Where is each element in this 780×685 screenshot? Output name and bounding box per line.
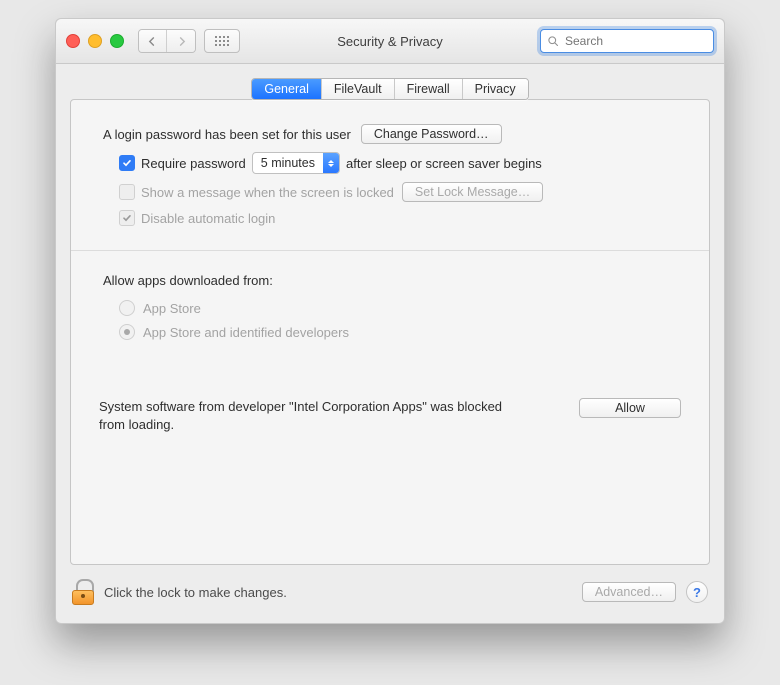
disable-auto-login-label: Disable automatic login — [141, 211, 275, 226]
chevron-left-icon — [148, 37, 157, 46]
change-password-button[interactable]: Change Password… — [361, 124, 502, 144]
advanced-button: Advanced… — [582, 582, 676, 602]
select-stepper-icon — [323, 153, 339, 173]
chevron-right-icon — [177, 37, 186, 46]
forward-button[interactable] — [167, 30, 195, 52]
allow-apps-option-1: App Store and identified developers — [143, 325, 349, 340]
set-lock-message-button: Set Lock Message… — [402, 182, 543, 202]
help-button[interactable]: ? — [686, 581, 708, 603]
titlebar: Security & Privacy — [56, 19, 724, 64]
general-panel: A login password has been set for this u… — [70, 99, 710, 565]
show-message-checkbox — [119, 184, 135, 200]
preferences-window: Security & Privacy General FileVault Fir… — [55, 18, 725, 624]
lock-button[interactable] — [72, 579, 94, 605]
content-area: General FileVault Firewall Privacy A log… — [56, 64, 724, 565]
tab-filevault[interactable]: FileVault — [322, 79, 395, 99]
lock-hint-label: Click the lock to make changes. — [104, 585, 582, 600]
allow-apps-identified-radio — [119, 324, 135, 340]
disable-auto-login-checkbox — [119, 210, 135, 226]
require-password-label-before: Require password — [141, 156, 246, 171]
require-password-label-after: after sleep or screen saver begins — [346, 156, 542, 171]
tab-firewall[interactable]: Firewall — [395, 79, 463, 99]
window-controls — [66, 34, 124, 48]
footer: Click the lock to make changes. Advanced… — [56, 565, 724, 623]
require-password-delay-select[interactable]: 5 minutes — [252, 152, 340, 174]
checkmark-icon — [122, 213, 132, 223]
show-all-button[interactable] — [204, 29, 240, 53]
nav-segmented-control — [138, 29, 196, 53]
require-password-checkbox[interactable] — [119, 155, 135, 171]
allow-apps-heading: Allow apps downloaded from: — [103, 273, 681, 288]
checkmark-icon — [122, 158, 132, 168]
allow-blocked-button[interactable]: Allow — [579, 398, 681, 418]
close-window-button[interactable] — [66, 34, 80, 48]
section-divider — [71, 250, 709, 251]
tab-privacy[interactable]: Privacy — [463, 79, 528, 99]
search-input[interactable] — [563, 33, 722, 49]
search-icon — [547, 35, 559, 47]
minimize-window-button[interactable] — [88, 34, 102, 48]
search-field[interactable] — [540, 29, 714, 53]
grid-icon — [215, 36, 229, 46]
zoom-window-button[interactable] — [110, 34, 124, 48]
allow-apps-option-0: App Store — [143, 301, 201, 316]
tab-bar: General FileVault Firewall Privacy — [70, 78, 710, 100]
show-message-label: Show a message when the screen is locked — [141, 185, 394, 200]
allow-apps-appstore-radio — [119, 300, 135, 316]
blocked-software-message: System software from developer "Intel Co… — [99, 398, 529, 433]
login-password-label: A login password has been set for this u… — [103, 127, 351, 142]
back-button[interactable] — [139, 30, 167, 52]
tab-general[interactable]: General — [252, 79, 321, 99]
select-value: 5 minutes — [253, 156, 323, 170]
